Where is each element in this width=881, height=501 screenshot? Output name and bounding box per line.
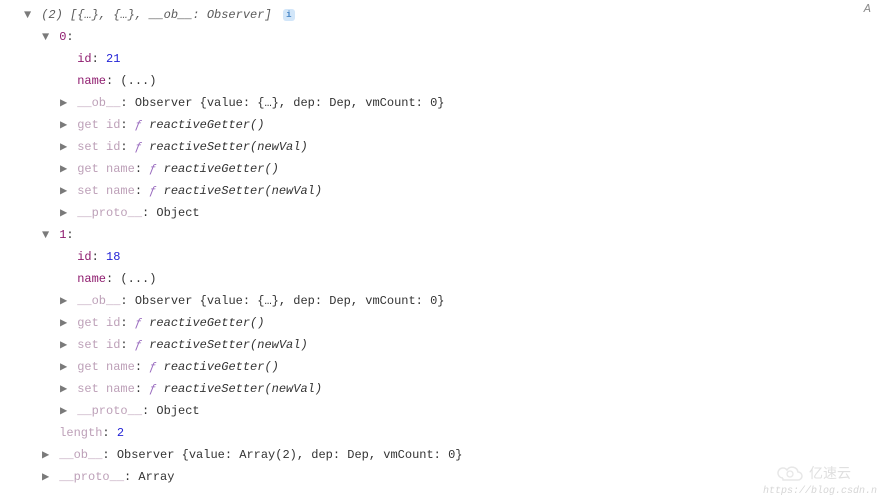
info-icon[interactable]: i <box>283 9 295 21</box>
function-icon: ƒ <box>135 338 142 352</box>
disclosure-right-icon[interactable]: ▶ <box>60 356 70 378</box>
root-summary-row[interactable]: ▼ (2) [{…}, {…}, __ob__: Observer] i <box>6 4 881 26</box>
watermark-logo-text: 亿速云 <box>809 463 851 483</box>
function-icon: ƒ <box>135 316 142 330</box>
disclosure-right-icon[interactable]: ▶ <box>60 334 70 356</box>
item1-set-id[interactable]: ▶ set id: ƒ reactiveSetter(newVal) <box>6 334 881 356</box>
function-icon: ƒ <box>135 140 142 154</box>
disclosure-right-icon[interactable]: ▶ <box>60 136 70 158</box>
item0-set-id[interactable]: ▶ set id: ƒ reactiveSetter(newVal) <box>6 136 881 158</box>
item0-proto[interactable]: ▶ __proto__: Object <box>6 202 881 224</box>
disclosure-down-icon[interactable]: ▼ <box>42 26 52 48</box>
array-proto[interactable]: ▶ __proto__: Array <box>6 466 881 488</box>
item0-name-value[interactable]: (...) <box>120 74 156 88</box>
cloud-icon <box>775 463 805 483</box>
disclosure-right-icon[interactable]: ▶ <box>42 466 52 488</box>
disclosure-right-icon[interactable]: ▶ <box>60 290 70 312</box>
item1-name-value[interactable]: (...) <box>120 272 156 286</box>
item1-get-name[interactable]: ▶ get name: ƒ reactiveGetter() <box>6 356 881 378</box>
array-length-value: 2 <box>117 426 124 440</box>
disclosure-right-icon[interactable]: ▶ <box>60 202 70 224</box>
watermark-logo: 亿速云 <box>775 463 851 483</box>
item0-ob[interactable]: ▶ __ob__: Observer {value: {…}, dep: Dep… <box>6 92 881 114</box>
item0-name[interactable]: name: (...) <box>6 70 881 92</box>
item1-name[interactable]: name: (...) <box>6 268 881 290</box>
disclosure-down-icon[interactable]: ▼ <box>42 224 52 246</box>
truncated-char: A <box>864 2 871 16</box>
function-icon: ƒ <box>149 360 156 374</box>
root-summary: (2) [{…}, {…}, __ob__: Observer] <box>41 8 271 22</box>
item1-header[interactable]: ▼ 1: <box>6 224 881 246</box>
item0-set-name[interactable]: ▶ set name: ƒ reactiveSetter(newVal) <box>6 180 881 202</box>
function-icon: ƒ <box>149 184 156 198</box>
item1-id[interactable]: id: 18 <box>6 246 881 268</box>
item0-get-name[interactable]: ▶ get name: ƒ reactiveGetter() <box>6 158 881 180</box>
function-icon: ƒ <box>135 118 142 132</box>
item1-set-name[interactable]: ▶ set name: ƒ reactiveSetter(newVal) <box>6 378 881 400</box>
disclosure-right-icon[interactable]: ▶ <box>60 158 70 180</box>
item0-header[interactable]: ▼ 0: <box>6 26 881 48</box>
item1-get-id[interactable]: ▶ get id: ƒ reactiveGetter() <box>6 312 881 334</box>
item0-id-value: 21 <box>106 52 120 66</box>
disclosure-right-icon[interactable]: ▶ <box>60 312 70 334</box>
array-length[interactable]: length: 2 <box>6 422 881 444</box>
item0-get-id[interactable]: ▶ get id: ƒ reactiveGetter() <box>6 114 881 136</box>
console-object-tree: ▼ (2) [{…}, {…}, __ob__: Observer] i ▼ 0… <box>0 0 881 488</box>
disclosure-down-icon[interactable]: ▼ <box>24 4 34 26</box>
disclosure-right-icon[interactable]: ▶ <box>60 114 70 136</box>
disclosure-right-icon[interactable]: ▶ <box>60 180 70 202</box>
disclosure-right-icon[interactable]: ▶ <box>60 92 70 114</box>
item1-proto[interactable]: ▶ __proto__: Object <box>6 400 881 422</box>
watermark-url: https://blog.csdn.n <box>763 486 877 497</box>
function-icon: ƒ <box>149 382 156 396</box>
function-icon: ƒ <box>149 162 156 176</box>
item1-id-value: 18 <box>106 250 120 264</box>
item0-id[interactable]: id: 21 <box>6 48 881 70</box>
array-ob[interactable]: ▶ __ob__: Observer {value: Array(2), dep… <box>6 444 881 466</box>
item1-ob[interactable]: ▶ __ob__: Observer {value: {…}, dep: Dep… <box>6 290 881 312</box>
disclosure-right-icon[interactable]: ▶ <box>60 378 70 400</box>
disclosure-right-icon[interactable]: ▶ <box>42 444 52 466</box>
disclosure-right-icon[interactable]: ▶ <box>60 400 70 422</box>
